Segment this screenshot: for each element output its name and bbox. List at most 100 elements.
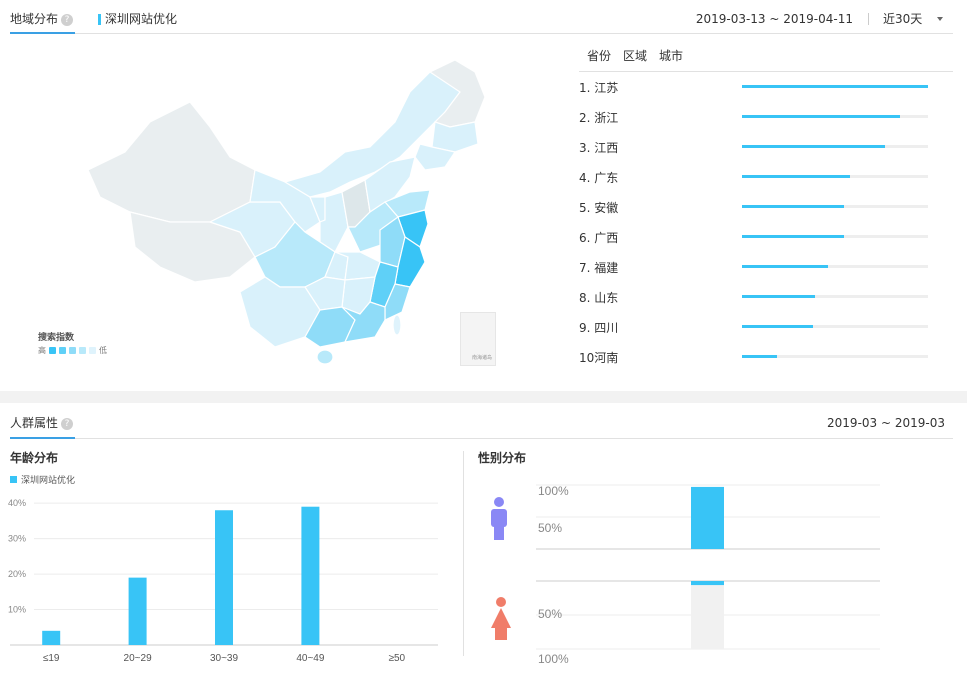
female-bar bbox=[691, 581, 724, 586]
crowd-panel: 人群属性? 2019-03 ~ 2019-03 年龄分布 性别分布 深圳网站优化… bbox=[0, 403, 967, 679]
legend-swatch bbox=[59, 347, 66, 354]
province-ranking-list: 1. 江苏 2. 浙江 3. 江西 4. 广东 5. 安徽 6. 广西 7. 福建 8. 山东… bbox=[579, 72, 953, 372]
section-divider bbox=[463, 451, 464, 656]
ranking-bar bbox=[742, 175, 850, 178]
ranking-bar-track bbox=[742, 295, 928, 298]
ranking-bar bbox=[742, 145, 886, 148]
male-icon bbox=[491, 497, 507, 540]
ranking-row: 7. 福建 bbox=[579, 252, 953, 282]
rank-tabs: 省份 区域 城市 bbox=[579, 44, 953, 72]
ranking-bar-track bbox=[742, 115, 928, 118]
ranking-label: 8. 山东 bbox=[579, 291, 619, 305]
ranking-row: 9. 四川 bbox=[579, 312, 953, 342]
ranking-bar bbox=[742, 115, 901, 118]
tab-crowd-attributes[interactable]: 人群属性? bbox=[10, 411, 76, 439]
period-value: 近30天 bbox=[883, 12, 923, 26]
legend-swatch bbox=[49, 347, 56, 354]
ranking-row: 3. 江西 bbox=[579, 132, 953, 162]
ranking-label: 7. 福建 bbox=[579, 261, 619, 275]
legend-title: 搜索指数 bbox=[38, 333, 75, 343]
legend-swatch bbox=[69, 347, 76, 354]
age-bar bbox=[301, 506, 320, 645]
age-bar bbox=[128, 577, 147, 645]
ranking-label: 2. 浙江 bbox=[579, 111, 619, 125]
map-legend: 搜索指数 高 低 bbox=[38, 330, 107, 356]
ranking-bar-track bbox=[742, 355, 928, 358]
male-bar bbox=[691, 486, 724, 549]
map-region-jilin bbox=[431, 121, 479, 153]
ranking-label: 4. 广东 bbox=[579, 171, 619, 185]
tab-city[interactable]: 城市 bbox=[659, 44, 683, 71]
divider bbox=[868, 13, 869, 25]
age-bar bbox=[42, 630, 61, 645]
region-tab-label: 地域分布 bbox=[10, 12, 59, 26]
legend-scale: 高 低 bbox=[38, 345, 107, 356]
ranking-row: 10河南 bbox=[579, 342, 953, 372]
period-dropdown[interactable]: 近30天 bbox=[883, 8, 943, 30]
ranking-bar-track bbox=[742, 325, 928, 328]
gender-title: 性别分布 bbox=[478, 451, 527, 465]
ranking-row: 2. 浙江 bbox=[579, 102, 953, 132]
ranking-row: 1. 江苏 bbox=[579, 72, 953, 102]
crowd-date-range: 2019-03 ~ 2019-03 bbox=[827, 416, 945, 430]
gender-distribution-chart: 100% 50% 50% 100% bbox=[491, 484, 880, 666]
help-icon[interactable]: ? bbox=[61, 14, 74, 26]
legend-swatch bbox=[10, 476, 17, 483]
y-tick-label: 10% bbox=[8, 605, 26, 615]
female-axis-label: 100% bbox=[538, 652, 569, 666]
ranking-label: 10河南 bbox=[579, 351, 619, 365]
inset-label: 南海诸岛 bbox=[471, 355, 492, 361]
y-tick-label: 30% bbox=[8, 534, 26, 544]
age-legend: 深圳网站优化 bbox=[10, 473, 75, 486]
age-bar bbox=[215, 510, 233, 645]
x-tick-label: 20~29 bbox=[124, 653, 153, 664]
date-range: 2019-03-13 ~ 2019-04-11 bbox=[695, 12, 853, 26]
ranking-row: 8. 山东 bbox=[579, 282, 953, 312]
ranking-label: 9. 四川 bbox=[579, 321, 619, 335]
female-axis-label: 50% bbox=[538, 607, 562, 621]
tab-province[interactable]: 省份 bbox=[587, 44, 611, 71]
ranking-row: 5. 安徽 bbox=[579, 192, 953, 222]
ranking-bar bbox=[742, 235, 845, 238]
ranking-bar-track bbox=[742, 145, 928, 148]
age-distribution-chart: 10% 20% 30% 40% ≤19 20~29 30~39 40~49 ≥50 bbox=[8, 498, 438, 664]
ranking-bar bbox=[742, 295, 815, 298]
legend-high-label: 高 bbox=[38, 346, 46, 355]
ranking-row: 4. 广东 bbox=[579, 162, 953, 192]
age-series-name: 深圳网站优化 bbox=[21, 476, 76, 486]
help-icon[interactable]: ? bbox=[61, 418, 74, 430]
ranking-bar bbox=[742, 205, 845, 208]
y-tick-label: 40% bbox=[8, 498, 26, 508]
ranking-row: 6. 广西 bbox=[579, 222, 953, 252]
map-region-xinjiang bbox=[87, 101, 256, 223]
ranking-label: 3. 江西 bbox=[579, 141, 619, 155]
ranking-label: 6. 广西 bbox=[579, 231, 619, 245]
x-tick-label: 40~49 bbox=[296, 653, 325, 664]
region-panel: 地域分布? 深圳网站优化 2019-03-13 ~ 2019-04-11 近30… bbox=[0, 0, 967, 391]
ranking-bar-track bbox=[742, 205, 928, 208]
map-region-hainan bbox=[316, 349, 334, 365]
ranking-bar-track bbox=[742, 235, 928, 238]
crowd-tab-label: 人群属性 bbox=[10, 416, 59, 430]
tab-region-distribution[interactable]: 地域分布? bbox=[10, 8, 76, 34]
x-tick-label: ≥50 bbox=[388, 653, 405, 664]
ranking-bar bbox=[742, 325, 813, 328]
ranking-label: 1. 江苏 bbox=[579, 81, 619, 95]
x-tick-label: 30~39 bbox=[210, 653, 239, 664]
ranking-bar-track bbox=[742, 175, 928, 178]
ranking-label: 5. 安徽 bbox=[579, 201, 619, 215]
region-header: 地域分布? 深圳网站优化 2019-03-13 ~ 2019-04-11 近30… bbox=[10, 8, 953, 34]
female-icon bbox=[491, 597, 511, 640]
x-tick-label: ≤19 bbox=[43, 653, 60, 664]
south-china-sea-inset: 南海诸岛 bbox=[460, 312, 496, 366]
tab-region[interactable]: 区域 bbox=[623, 44, 647, 71]
ranking-bar-track bbox=[742, 265, 928, 268]
male-axis-label: 100% bbox=[538, 484, 569, 498]
ranking-bar bbox=[742, 85, 928, 88]
ranking-bar bbox=[742, 355, 778, 358]
map-region-taiwan bbox=[392, 314, 402, 336]
crowd-header: 人群属性? 2019-03 ~ 2019-03 bbox=[10, 411, 953, 439]
chevron-down-icon bbox=[937, 17, 943, 21]
legend-swatch bbox=[79, 347, 86, 354]
ranking-bar-track bbox=[742, 85, 928, 88]
